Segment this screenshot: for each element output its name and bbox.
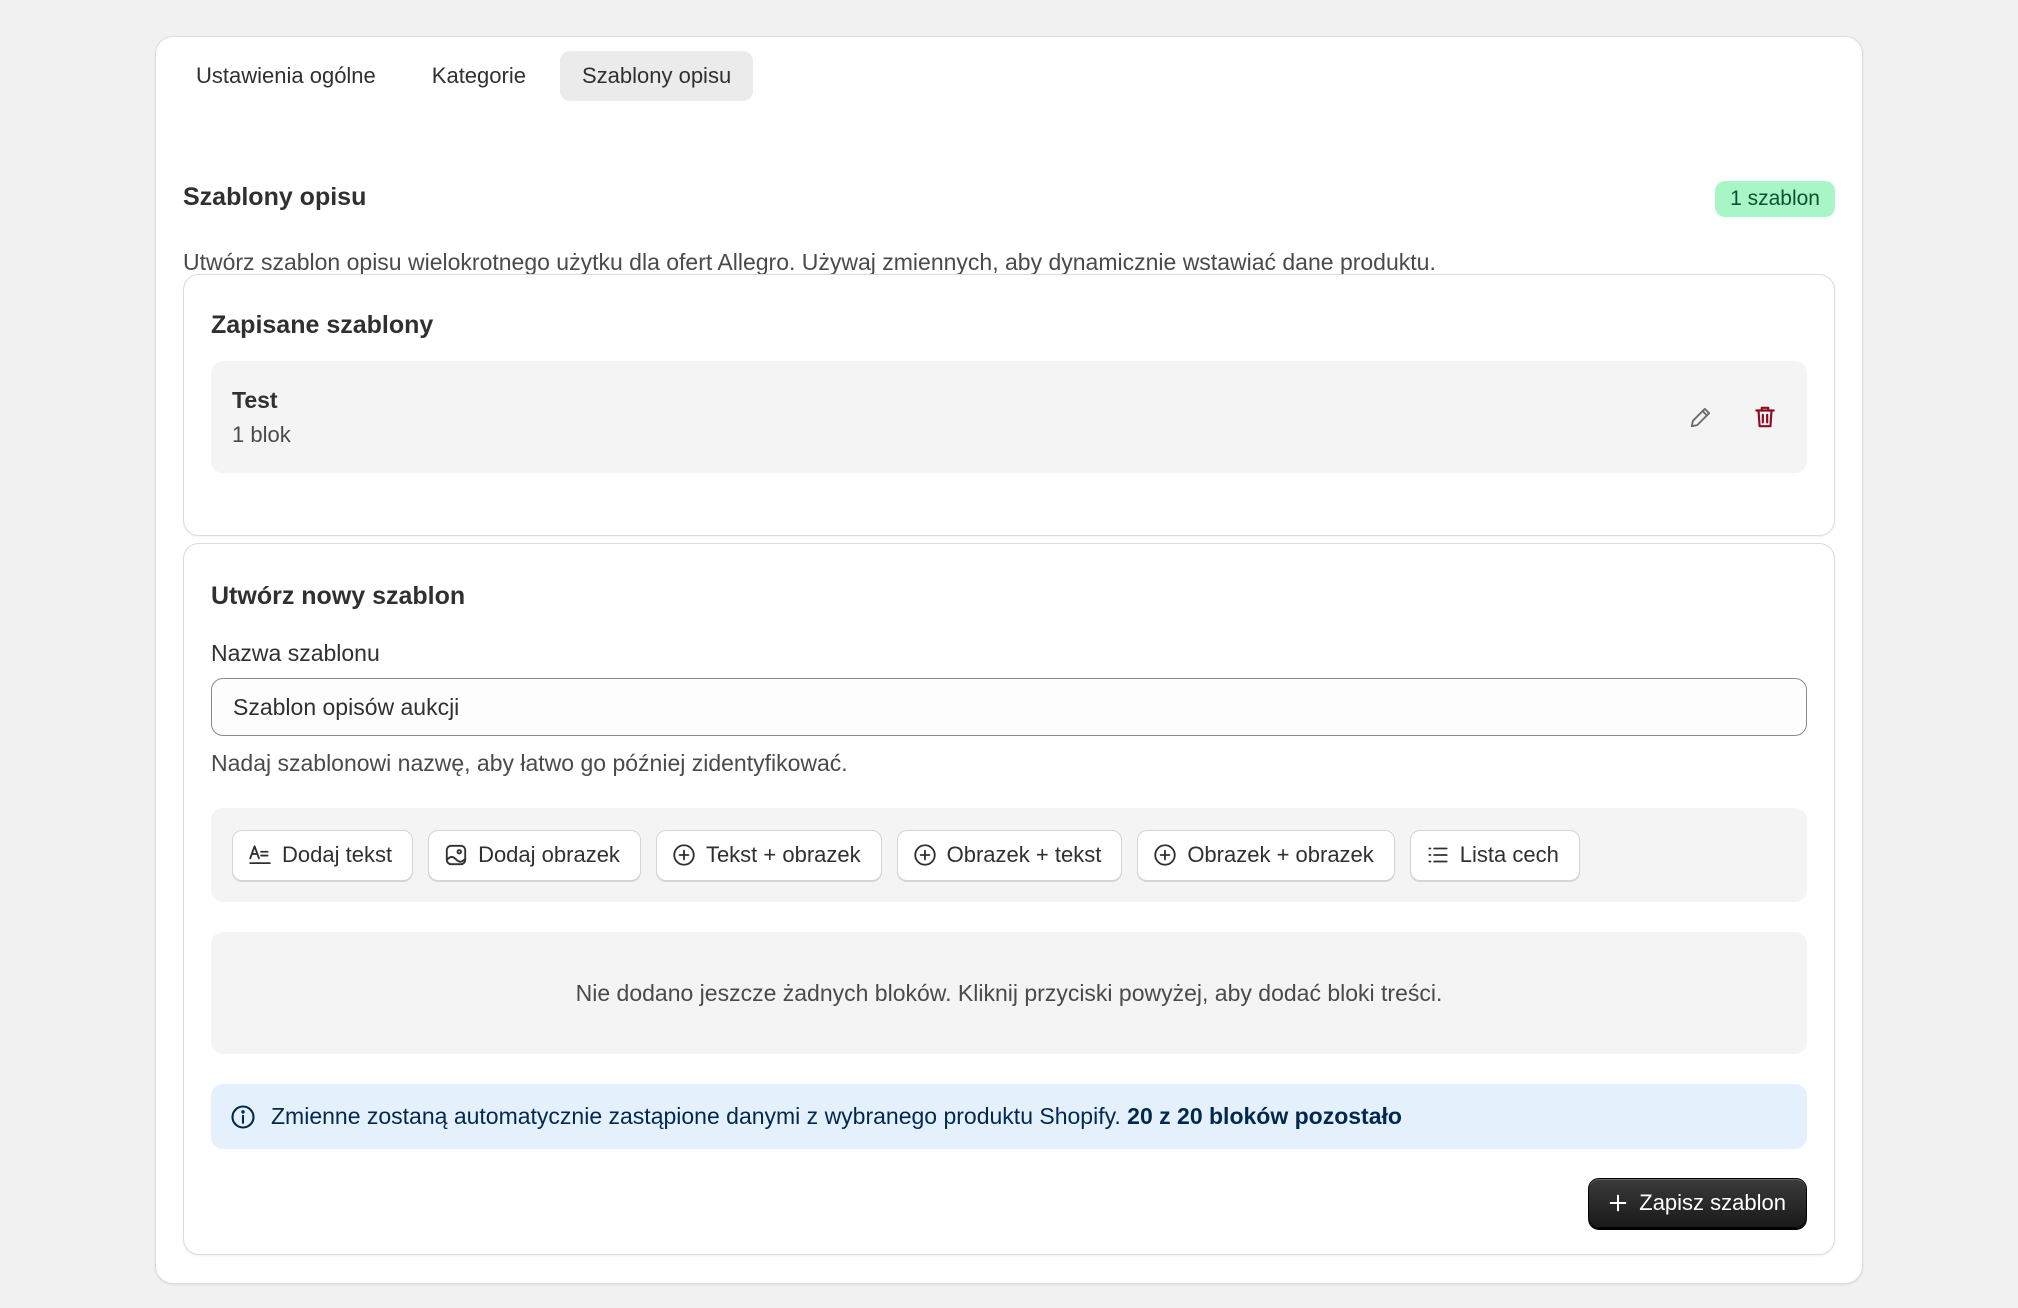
settings-card: Ustawienia ogólne Kategorie Szablony opi… bbox=[155, 36, 1863, 1284]
section-title: Szablony opisu bbox=[183, 183, 367, 211]
template-name-label: Nazwa szablonu bbox=[211, 640, 380, 666]
text-format-icon bbox=[249, 845, 271, 865]
image-icon bbox=[445, 844, 467, 866]
add-text-image-button[interactable]: Tekst + obrazek bbox=[655, 829, 882, 881]
save-template-label: Zapisz szablon bbox=[1639, 1190, 1786, 1215]
list-icon bbox=[1428, 847, 1448, 863]
tab-description-templates[interactable]: Szablony opisu bbox=[559, 51, 754, 101]
info-banner: Zmienne zostaną automatycznie zastąpione… bbox=[211, 1084, 1807, 1149]
add-feature-list-label: Lista cech bbox=[1459, 842, 1559, 867]
info-message: Zmienne zostaną automatycznie zastąpione… bbox=[271, 1103, 1121, 1129]
plus-circle-icon bbox=[673, 844, 695, 866]
blocks-empty-state: Nie dodano jeszcze żadnych bloków. Klikn… bbox=[211, 932, 1807, 1054]
template-name: Test bbox=[232, 387, 278, 413]
saved-templates-card: Zapisane szablony Test 1 blok bbox=[183, 274, 1835, 536]
add-feature-list-button[interactable]: Lista cech bbox=[1409, 829, 1580, 881]
pencil-icon bbox=[1690, 407, 1711, 428]
template-count-badge: 1 szablon bbox=[1715, 181, 1835, 217]
plus-circle-icon bbox=[1154, 844, 1176, 866]
add-text-label: Dodaj tekst bbox=[282, 842, 393, 867]
create-template-title: Utwórz nowy szablon bbox=[211, 582, 466, 610]
info-icon bbox=[231, 1104, 255, 1129]
tab-general-settings[interactable]: Ustawienia ogólne bbox=[174, 51, 398, 101]
plus-icon bbox=[1609, 1194, 1627, 1212]
add-text-image-label: Tekst + obrazek bbox=[705, 842, 861, 867]
add-image-image-label: Obrazek + obrazek bbox=[1187, 842, 1374, 867]
edit-template-button[interactable] bbox=[1679, 395, 1723, 439]
add-image-button[interactable]: Dodaj obrazek bbox=[428, 829, 641, 881]
delete-template-button[interactable] bbox=[1743, 395, 1787, 439]
template-name-input[interactable] bbox=[211, 678, 1807, 736]
save-template-button[interactable]: Zapisz szablon bbox=[1588, 1178, 1807, 1228]
tab-categories[interactable]: Kategorie bbox=[410, 51, 548, 101]
plus-circle-icon bbox=[913, 844, 936, 866]
template-row: Test 1 blok bbox=[211, 361, 1807, 473]
add-image-image-button[interactable]: Obrazek + obrazek bbox=[1137, 829, 1395, 881]
section-description: Utwórz szablon opisu wielokrotnego użytk… bbox=[183, 249, 1436, 275]
add-text-button[interactable]: Dodaj tekst bbox=[232, 829, 414, 881]
template-block-count: 1 blok bbox=[232, 422, 291, 447]
trash-icon bbox=[1755, 406, 1775, 428]
block-toolbar: Dodaj tekst Dodaj obrazek Tekst + obraze… bbox=[211, 808, 1807, 902]
blocks-remaining: 20 z 20 bloków pozostało bbox=[1127, 1103, 1402, 1129]
tab-bar: Ustawienia ogólne Kategorie Szablony opi… bbox=[174, 51, 754, 101]
add-image-text-button[interactable]: Obrazek + tekst bbox=[896, 829, 1123, 881]
create-template-card: Utwórz nowy szablon Nazwa szablonu Nadaj… bbox=[183, 543, 1835, 1255]
add-image-text-label: Obrazek + tekst bbox=[946, 842, 1102, 867]
saved-templates-title: Zapisane szablony bbox=[211, 311, 434, 339]
info-text: Zmienne zostaną automatycznie zastąpione… bbox=[271, 1103, 1402, 1130]
add-image-label: Dodaj obrazek bbox=[478, 842, 620, 867]
template-name-help: Nadaj szablonowi nazwę, aby łatwo go póź… bbox=[211, 750, 848, 776]
